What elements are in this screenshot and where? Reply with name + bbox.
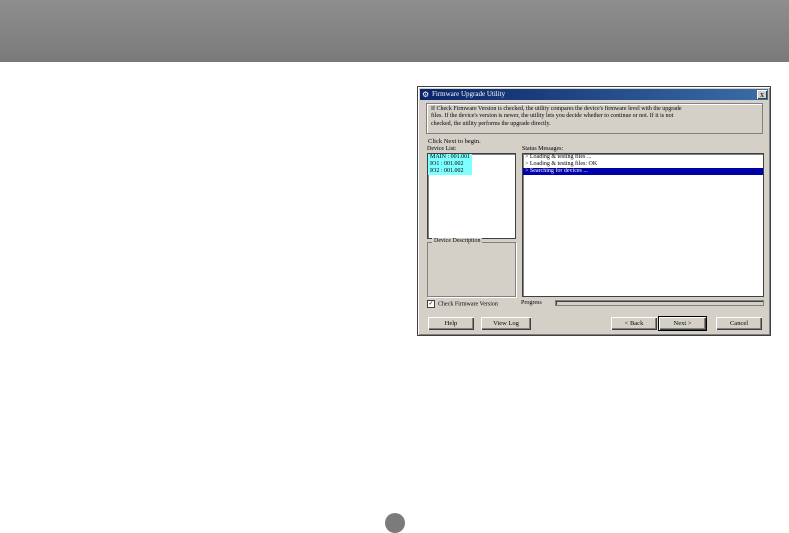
device-list-label: Device List: [427,146,457,152]
list-item[interactable]: IO2 : 001.002 [428,168,472,175]
list-item[interactable]: > Loading & testing files: OK [523,161,763,168]
close-button[interactable]: x [757,90,767,99]
help-button[interactable]: Help [428,317,474,330]
check-firmware-version-checkbox[interactable]: ✓ Check Firmware Version [427,300,498,308]
list-item-selected[interactable]: > Searching for devices ... [523,168,763,175]
list-item[interactable]: MAIN : 001.001 [428,154,472,161]
progress-label: Progress [521,300,542,306]
title-bar[interactable]: ⚙ Firmware Upgrade Utility x [420,89,768,100]
window-title: Firmware Upgrade Utility [432,90,506,98]
instructions-line: checked, the utility performs the upgrad… [431,120,551,127]
checkbox-checked-icon[interactable]: ✓ [427,300,435,308]
device-description-group: Device Description [427,238,516,297]
status-messages-label: Status Messages: [522,146,564,152]
progress-bar [555,300,764,306]
app-icon: ⚙ [422,90,430,99]
cancel-button[interactable]: Cancel [716,317,762,330]
list-item[interactable]: > Loading & testing files ... [523,154,763,161]
device-list[interactable]: MAIN : 001.001 IO1 : 001.002 IO2 : 001.0… [427,153,516,239]
firmware-upgrade-window: ⚙ Firmware Upgrade Utility x If Check Fi… [417,86,771,336]
check-firmware-version-label: Check Firmware Version [438,301,498,308]
list-item[interactable]: IO1 : 001.002 [428,161,472,168]
page-number-dot [385,513,405,533]
back-button[interactable]: < Back [611,317,657,330]
instructions-line: files. If the device's version is newer,… [431,113,674,120]
view-log-button[interactable]: View Log [481,317,531,330]
device-description-label: Device Description [432,238,483,244]
instructions-box: If Check Firmware Version is checked, th… [426,103,763,134]
close-icon: x [760,90,764,99]
page-header-banner [0,0,789,62]
status-messages-list[interactable]: > Loading & testing files ... > Loading … [522,153,764,297]
click-next-hint: Click Next to begin. [428,138,481,145]
next-button[interactable]: Next > [658,316,707,331]
